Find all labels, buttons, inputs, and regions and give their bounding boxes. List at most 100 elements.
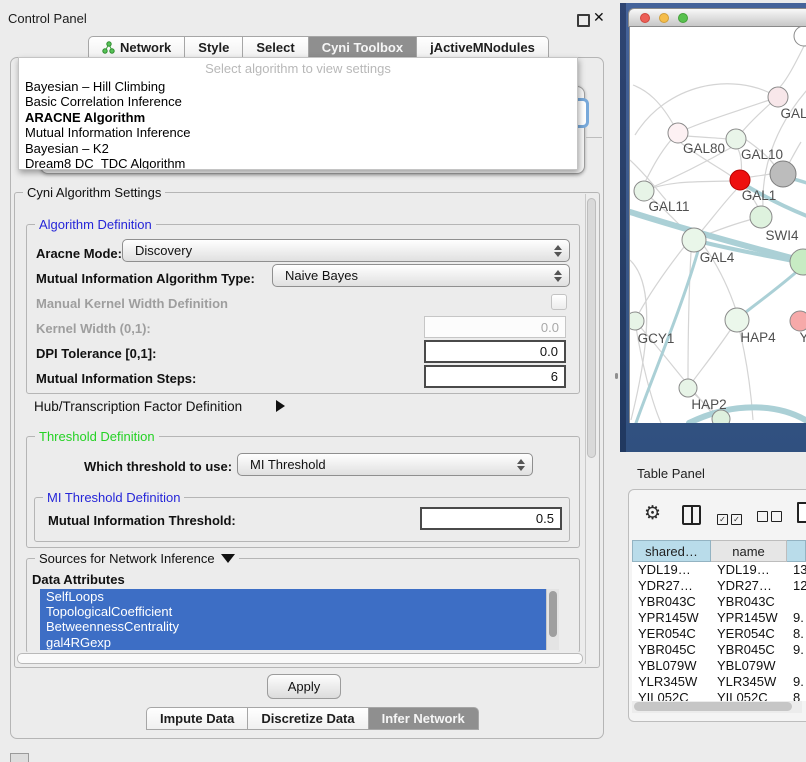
table-cell: YIL052C xyxy=(632,690,711,701)
settings-h-scrollbar[interactable] xyxy=(16,652,584,664)
aracne-mode-value: Discovery xyxy=(135,243,192,258)
new-column-icon[interactable] xyxy=(797,502,806,523)
table-row[interactable]: YBR045CYBR045C9. xyxy=(632,642,806,658)
settings-scrollbar[interactable] xyxy=(585,194,598,664)
network-node[interactable] xyxy=(712,410,730,423)
algorithm-option[interactable]: Basic Correlation Inference xyxy=(19,94,577,109)
data-attributes-list[interactable]: SelfLoopsTopologicalCoefficientBetweenne… xyxy=(40,589,546,650)
collapse-arrow-icon[interactable] xyxy=(221,554,235,563)
table-header-shared[interactable]: shared… xyxy=(632,540,711,562)
table-h-scrollbar-thumb[interactable] xyxy=(634,702,792,711)
network-node-y[interactable] xyxy=(790,311,806,331)
mi-threshold-field[interactable]: 0.5 xyxy=(420,507,562,530)
table-cell: YBR043C xyxy=(711,594,787,610)
network-node-label: GAL11 xyxy=(648,199,689,214)
network-node-gal11[interactable] xyxy=(634,181,654,201)
network-node-hap2[interactable] xyxy=(679,379,697,397)
algorithm-option[interactable]: ARACNE Algorithm xyxy=(19,110,577,125)
tab-label: Infer Network xyxy=(382,711,465,726)
table-settings-gear-icon[interactable]: ⚙ xyxy=(644,502,661,524)
apply-button[interactable]: Apply xyxy=(267,674,341,699)
settings-h-scrollbar-thumb[interactable] xyxy=(17,653,583,664)
network-node-label: GAL4 xyxy=(700,250,735,265)
expand-arrow-icon[interactable] xyxy=(276,400,285,412)
attributes-scrollbar[interactable] xyxy=(546,589,559,650)
network-node-swi4[interactable] xyxy=(750,206,772,228)
settings-scrollbar-thumb[interactable] xyxy=(587,198,596,458)
select-all-checked-icon[interactable]: ✓✓ xyxy=(717,509,745,527)
close-traffic-light-icon[interactable] xyxy=(640,13,650,23)
algorithm-option[interactable]: Bayesian – Hill Climbing xyxy=(19,79,577,94)
network-node-gcy1[interactable] xyxy=(630,312,644,330)
tab-select[interactable]: Select xyxy=(242,36,307,59)
which-threshold-combo[interactable]: MI Threshold xyxy=(237,453,533,476)
table-row[interactable]: YER054CYER054C8. xyxy=(632,626,806,642)
table-header-name[interactable]: name xyxy=(711,540,787,562)
sources-title-wrap: Sources for Network Inference xyxy=(35,551,239,566)
table-cell: YLR345W xyxy=(711,674,787,690)
data-attribute-item[interactable]: gal4RGexp xyxy=(40,635,546,650)
table-row[interactable]: YDR27…YDR27…12 xyxy=(632,578,806,594)
tab-discretize-data[interactable]: Discretize Data xyxy=(247,707,367,730)
deselect-all-icon[interactable] xyxy=(757,509,785,527)
tab-jactivemnodules[interactable]: jActiveMNodules xyxy=(416,36,549,59)
mi-type-combo[interactable]: Naive Bayes xyxy=(272,264,570,287)
tab-cyni-toolbox[interactable]: Cyni Toolbox xyxy=(308,36,416,59)
table-header-partial[interactable] xyxy=(787,540,806,562)
algorithm-option[interactable]: Bayesian – K2 xyxy=(19,141,577,156)
dpi-tolerance-field[interactable]: 0.0 xyxy=(424,340,566,363)
table-row[interactable]: YBR043CYBR043C xyxy=(632,594,806,610)
tab-impute-data[interactable]: Impute Data xyxy=(146,707,247,730)
split-columns-icon[interactable] xyxy=(682,505,701,525)
data-attribute-item[interactable]: TopologicalCoefficient xyxy=(40,604,546,619)
network-node-hap4[interactable] xyxy=(725,308,749,332)
network-node-gal10[interactable] xyxy=(726,129,746,149)
data-attribute-item[interactable]: BetweennessCentrality xyxy=(40,619,546,634)
network-node-gal80[interactable] xyxy=(668,123,688,143)
splitter-grip[interactable] xyxy=(615,373,618,379)
mi-steps-field[interactable]: 6 xyxy=(424,365,566,388)
tab-label: Style xyxy=(198,40,229,55)
network-node-label: GCY1 xyxy=(638,331,675,346)
table-row[interactable]: YBL079WYBL079W xyxy=(632,658,806,674)
algorithm-option[interactable]: Mutual Information Inference xyxy=(19,125,577,140)
network-node[interactable] xyxy=(770,161,796,187)
table-row[interactable]: YIL052CYIL052C8 xyxy=(632,690,806,701)
table-h-scrollbar[interactable] xyxy=(632,701,802,713)
attributes-scrollbar-thumb[interactable] xyxy=(549,591,557,637)
network-node[interactable] xyxy=(790,249,806,275)
tab-style[interactable]: Style xyxy=(184,36,242,59)
table-row[interactable]: YLR345WYLR345W9. xyxy=(632,674,806,690)
network-node-gal4[interactable] xyxy=(682,228,706,252)
dpi-tolerance-label: DPI Tolerance [0,1]: xyxy=(36,346,156,361)
float-panel-icon[interactable] xyxy=(577,14,590,27)
minimize-traffic-light-icon[interactable] xyxy=(659,13,669,23)
mi-type-label: Mutual Information Algorithm Type: xyxy=(36,271,255,286)
tab-label: Network xyxy=(120,40,171,55)
algorithm-option[interactable]: Dream8 DC_TDC Algorithm xyxy=(19,156,577,170)
network-node-gal1[interactable] xyxy=(730,170,750,190)
tab-infer-network[interactable]: Infer Network xyxy=(368,707,479,730)
table-cell xyxy=(787,594,806,610)
minimized-panel-icon[interactable] xyxy=(10,753,29,762)
table-cell: YBL079W xyxy=(711,658,787,674)
table-cell: YER054C xyxy=(711,626,787,642)
network-window-titlebar[interactable] xyxy=(628,8,806,27)
network-node-gal[interactable] xyxy=(768,87,788,107)
network-node[interactable] xyxy=(794,27,806,46)
mi-threshold-label: Mutual Information Threshold: xyxy=(48,513,236,528)
manual-kernel-checkbox[interactable] xyxy=(551,294,567,310)
hub-definition-label: Hub/Transcription Factor Definition xyxy=(34,399,242,414)
table-cell: YBR045C xyxy=(632,642,711,658)
tab-network[interactable]: Network xyxy=(88,36,184,59)
table-row[interactable]: YPR145WYPR145W9. xyxy=(632,610,806,626)
algorithm-placeholder: Select algorithm to view settings xyxy=(19,58,577,79)
table-row[interactable]: YDL19…YDL19…13 xyxy=(632,562,806,578)
zoom-traffic-light-icon[interactable] xyxy=(678,13,688,23)
data-attribute-item[interactable]: SelfLoops xyxy=(40,589,546,604)
control-panel-tabbar: Network Style SelectCyni ToolboxjActiveMNo… xyxy=(88,36,549,59)
aracne-mode-combo[interactable]: Discovery xyxy=(122,239,570,262)
close-icon[interactable]: ✕ xyxy=(593,9,605,26)
kernel-width-field[interactable]: 0.0 xyxy=(424,316,566,338)
network-canvas[interactable]: GALGAL80GAL10GAL1GAL11SWI4GAL4GCY1HAP4YH… xyxy=(629,27,806,423)
